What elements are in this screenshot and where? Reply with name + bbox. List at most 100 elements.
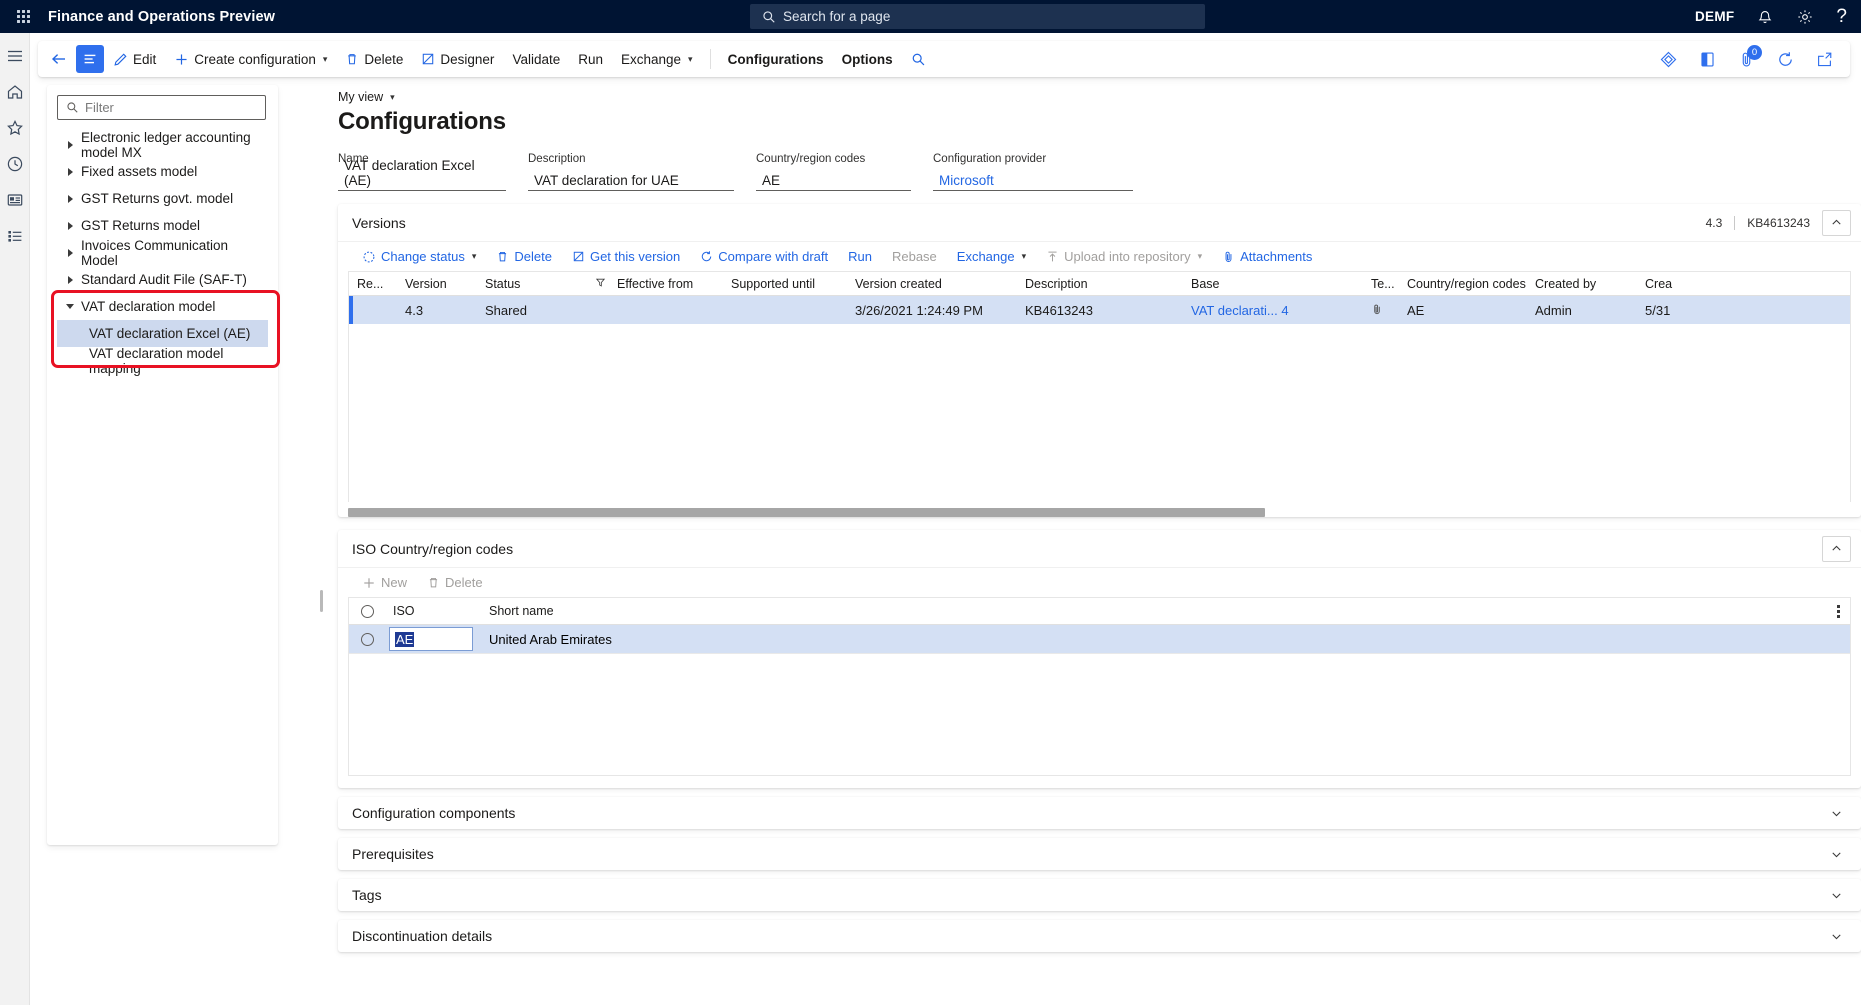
prerequisites-expand-button[interactable] xyxy=(1822,841,1851,867)
tree-item-gst-returns-govt-model[interactable]: GST Returns govt. model xyxy=(57,185,268,212)
versions-exchange-button[interactable]: Exchange ▾ xyxy=(947,244,1036,270)
global-search-input[interactable]: Search for a page xyxy=(750,4,1205,29)
run-button[interactable]: Run xyxy=(569,45,612,73)
view-selector[interactable]: My view ▾ xyxy=(338,90,1861,104)
chevron-right-icon[interactable] xyxy=(59,194,81,203)
create-configuration-label: Create configuration xyxy=(194,51,316,67)
attachments-button[interactable]: 0 xyxy=(1737,44,1762,69)
field-configuration-provider-link[interactable]: Microsoft xyxy=(933,168,1133,191)
col-version-created[interactable]: Version created xyxy=(847,277,1017,291)
exchange-button[interactable]: Exchange ▾ xyxy=(612,45,702,73)
versions-delete-button[interactable]: Delete xyxy=(486,244,562,270)
cell-iso-editor[interactable]: AE xyxy=(385,627,481,651)
tab-configurations[interactable]: Configurations xyxy=(719,45,833,73)
tree-item-vat-declaration-model-mapping[interactable]: VAT declaration model mapping xyxy=(57,346,268,376)
col-created[interactable]: Crea xyxy=(1637,277,1697,291)
tree-item-standard-audit-file-saf-t[interactable]: Standard Audit File (SAF-T) xyxy=(57,266,268,293)
chevron-right-icon[interactable] xyxy=(59,248,81,257)
back-arrow-icon[interactable] xyxy=(44,45,74,73)
col-created-by[interactable]: Created by xyxy=(1527,277,1637,291)
chevron-right-icon[interactable] xyxy=(59,221,81,230)
tags-expand-button[interactable] xyxy=(1822,882,1851,908)
refresh-icon[interactable] xyxy=(1776,50,1795,69)
delete-button[interactable]: Delete xyxy=(336,45,412,73)
tab-options[interactable]: Options xyxy=(833,45,902,73)
workspace-icon[interactable] xyxy=(6,191,24,209)
col-template[interactable]: Te... xyxy=(1363,277,1399,291)
company-selector[interactable]: DEMF xyxy=(1695,9,1734,24)
list-icon[interactable] xyxy=(6,227,24,245)
question-mark-icon[interactable]: ? xyxy=(1836,7,1847,26)
field-configuration-provider-label: Configuration provider xyxy=(933,153,1047,165)
discontinuation-details-section[interactable]: Discontinuation details xyxy=(338,920,1861,952)
designer-button[interactable]: Designer xyxy=(412,45,503,73)
iso-title: ISO Country/region codes xyxy=(352,540,514,557)
col-country-region-codes[interactable]: Country/region codes xyxy=(1399,277,1527,291)
versions-run-button[interactable]: Run xyxy=(838,244,882,270)
scrollbar-thumb[interactable] xyxy=(348,508,1265,517)
col-short-name[interactable]: Short name xyxy=(481,604,881,618)
create-configuration-button[interactable]: Create configuration ▾ xyxy=(165,45,336,73)
clock-icon[interactable] xyxy=(6,155,24,173)
tree-item-vat-declaration-excel-ae[interactable]: VAT declaration Excel (AE) xyxy=(57,320,268,347)
select-all-radio[interactable] xyxy=(349,604,385,618)
filter-icon[interactable] xyxy=(591,277,609,291)
validate-button[interactable]: Validate xyxy=(503,45,569,73)
iso-code-input[interactable]: AE xyxy=(389,627,473,651)
compare-with-draft-button[interactable]: Compare with draft xyxy=(690,244,838,270)
col-effective-from[interactable]: Effective from xyxy=(609,277,723,291)
exchange-label: Exchange xyxy=(621,51,682,67)
col-supported-until[interactable]: Supported until xyxy=(723,277,847,291)
row-radio[interactable] xyxy=(349,632,385,646)
gear-icon[interactable] xyxy=(1796,8,1814,26)
chevron-down-icon[interactable] xyxy=(59,304,81,309)
star-icon[interactable] xyxy=(6,119,24,137)
configuration-components-section[interactable]: Configuration components xyxy=(338,797,1861,829)
tags-section[interactable]: Tags xyxy=(338,879,1861,911)
col-base[interactable]: Base xyxy=(1183,277,1363,291)
chevron-right-icon[interactable] xyxy=(59,167,81,176)
tree-item-electronic-ledger-accounting-model-mx[interactable]: Electronic ledger accounting model MX xyxy=(57,130,268,160)
change-status-button[interactable]: Change status ▾ xyxy=(352,244,486,270)
col-record[interactable]: Re... xyxy=(349,277,397,291)
versions-attachments-button[interactable]: Attachments xyxy=(1212,244,1322,270)
home-icon[interactable] xyxy=(6,83,24,101)
app-launcher-icon[interactable] xyxy=(6,10,40,23)
iso-collapse-button[interactable] xyxy=(1822,535,1851,562)
nav-pane-icon[interactable] xyxy=(76,45,104,73)
more-options-icon[interactable] xyxy=(1837,604,1850,618)
prerequisites-section[interactable]: Prerequisites xyxy=(338,838,1861,870)
tree-item-invoices-communication-model[interactable]: Invoices Communication Model xyxy=(57,238,268,268)
field-name-input[interactable]: VAT declaration Excel (AE) xyxy=(338,158,506,191)
bell-icon[interactable] xyxy=(1756,8,1774,26)
discontinuation-details-expand-button[interactable] xyxy=(1822,923,1851,949)
tree-item-vat-declaration-model[interactable]: VAT declaration model xyxy=(57,293,268,320)
open-in-new-icon[interactable] xyxy=(1815,50,1834,69)
chevron-right-icon[interactable] xyxy=(59,140,81,149)
get-this-version-button[interactable]: Get this version xyxy=(562,244,690,270)
edit-button[interactable]: Edit xyxy=(104,45,165,73)
versions-horizontal-scrollbar[interactable] xyxy=(348,508,1851,517)
table-row[interactable]: 4.3 Shared 3/26/2021 1:24:49 PM KB461324… xyxy=(349,296,1850,324)
field-country-region-codes-input[interactable]: AE xyxy=(756,168,911,191)
col-iso[interactable]: ISO xyxy=(385,604,481,618)
cell-base[interactable]: VAT declarati... 4 xyxy=(1183,303,1363,318)
configuration-components-expand-button[interactable] xyxy=(1822,800,1851,826)
personalize-icon[interactable] xyxy=(1659,50,1678,69)
filter-input[interactable]: Filter xyxy=(57,95,266,120)
col-description[interactable]: Description xyxy=(1017,277,1183,291)
table-row[interactable]: AE United Arab Emirates xyxy=(349,625,1850,653)
toolbar-search-button[interactable] xyxy=(902,45,935,73)
pane-splitter[interactable] xyxy=(320,590,323,612)
field-description-input[interactable]: VAT declaration for UAE xyxy=(528,168,734,191)
meta-divider xyxy=(1734,215,1736,230)
tree-item-fixed-assets-model[interactable]: Fixed assets model xyxy=(57,158,268,185)
tree-item-gst-returns-model[interactable]: GST Returns model xyxy=(57,212,268,239)
col-status[interactable]: Status xyxy=(477,277,591,291)
chevron-right-icon[interactable] xyxy=(59,275,81,284)
versions-collapse-button[interactable] xyxy=(1822,209,1851,236)
page-options-icon[interactable] xyxy=(1698,50,1717,69)
col-version[interactable]: Version xyxy=(397,277,477,291)
upload-into-repository-button: Upload into repository ▾ xyxy=(1036,244,1212,270)
hamburger-icon[interactable] xyxy=(6,47,24,65)
